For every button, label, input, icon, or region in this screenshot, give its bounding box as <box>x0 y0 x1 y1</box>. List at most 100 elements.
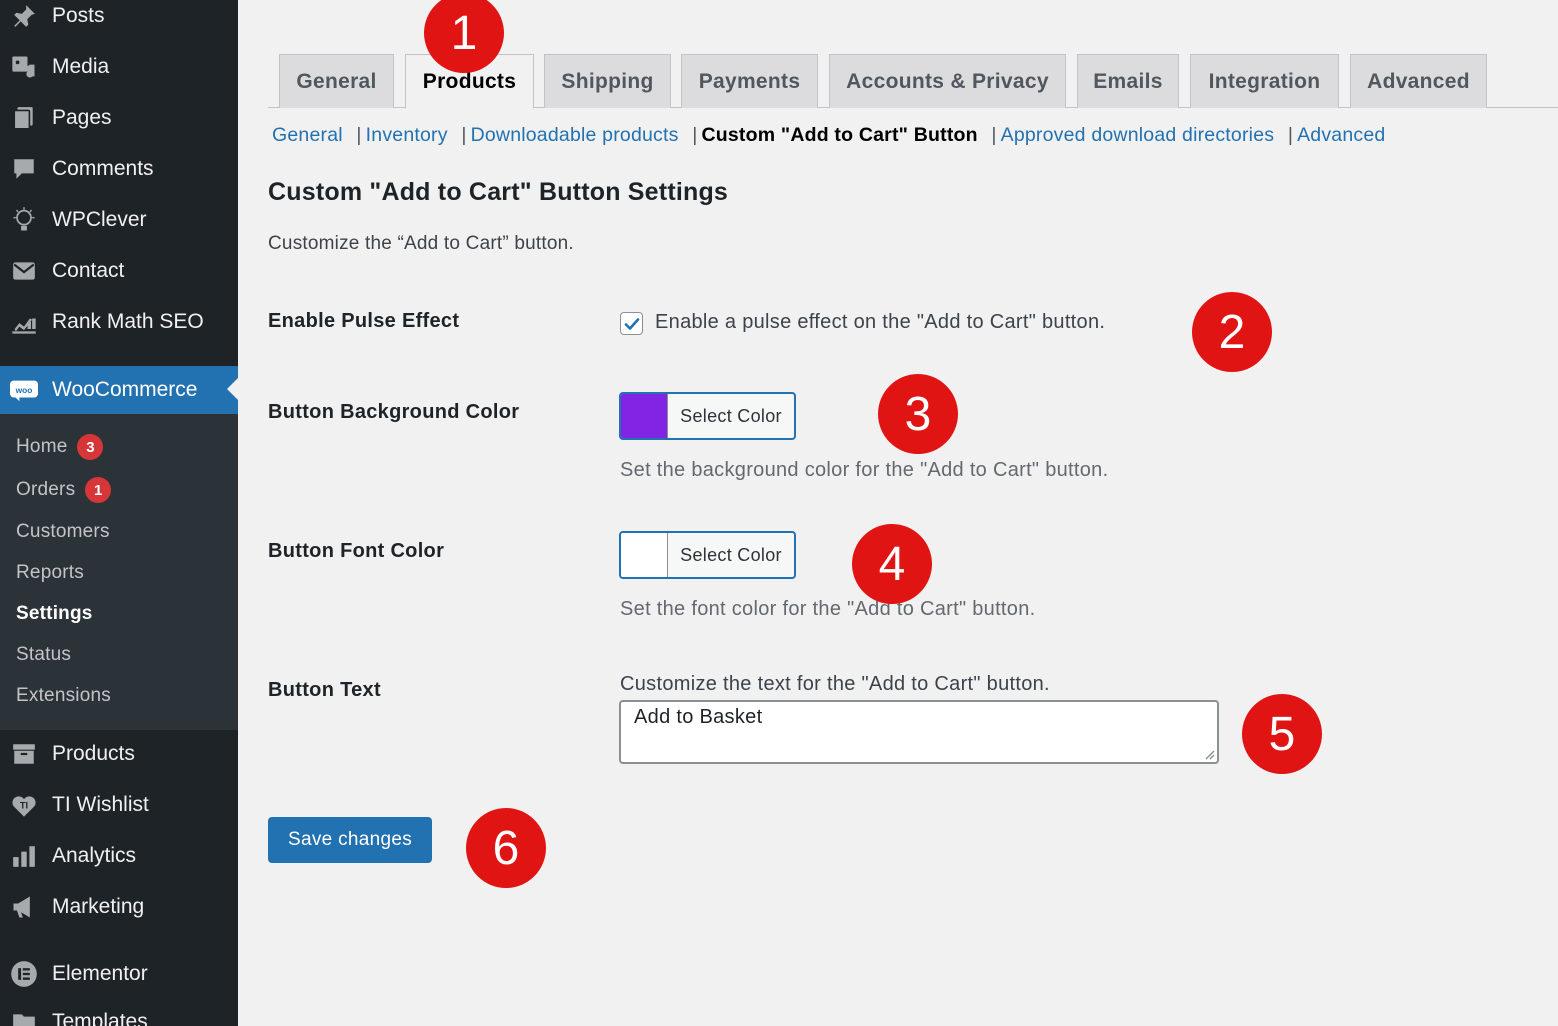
separator: | <box>692 124 698 146</box>
elementor-icon <box>10 960 38 988</box>
tab-integration[interactable]: Integration <box>1190 54 1339 108</box>
submenu-item-orders[interactable]: Orders 1 <box>16 475 112 505</box>
archive-icon <box>10 740 38 768</box>
submenu-item-settings[interactable]: Settings <box>16 599 93 629</box>
button-text-description: Customize the text for the "Add to Cart"… <box>620 673 1050 695</box>
menu-item-rank-math[interactable]: Rank Math SEO <box>0 300 238 344</box>
tab-shipping[interactable]: Shipping <box>544 54 671 108</box>
envelope-icon <box>10 257 38 285</box>
svg-text:TI: TI <box>20 801 28 811</box>
pages-icon <box>10 104 38 132</box>
pulse-effect-label: Enable Pulse Effect <box>268 310 460 332</box>
menu-item-media[interactable]: Media <box>0 45 238 89</box>
submenu-label: Reports <box>16 562 84 583</box>
font-color-picker-button[interactable]: Select Color <box>619 531 796 579</box>
media-icon <box>10 53 38 81</box>
select-color-label: Select Color <box>680 544 782 565</box>
separator: | <box>1287 124 1294 146</box>
menu-item-products[interactable]: Products <box>0 732 238 776</box>
menu-item-ti-wishlist[interactable]: TI TI Wishlist <box>0 783 238 827</box>
annotation-marker-3: 3 <box>878 374 958 454</box>
menu-label: TI Wishlist <box>52 793 149 816</box>
submenu-item-reports[interactable]: Reports <box>16 558 84 588</box>
annotation-marker-5: 5 <box>1242 694 1322 774</box>
separator: | <box>991 124 997 146</box>
section-link-general[interactable]: General <box>272 124 343 146</box>
submenu-item-status[interactable]: Status <box>16 640 71 670</box>
count-badge: 3 <box>77 434 104 460</box>
submenu-label: Settings <box>16 603 93 624</box>
menu-label: Rank Math SEO <box>52 310 204 333</box>
section-nav: General | Inventory | Downloadable product… <box>272 124 1385 147</box>
separator: | <box>461 124 467 146</box>
submenu-item-customers[interactable]: Customers <box>16 517 110 547</box>
menu-label: WooCommerce <box>52 378 198 401</box>
pin-icon <box>10 2 38 30</box>
menu-item-pages[interactable]: Pages <box>0 96 238 140</box>
submenu-item-extensions[interactable]: Extensions <box>16 681 111 711</box>
menu-label: Analytics <box>52 844 137 867</box>
woo-icon: woo <box>10 376 38 404</box>
submenu-label: Extensions <box>16 685 111 706</box>
button-text-label: Button Text <box>268 679 381 701</box>
annotation-marker-6: 6 <box>466 808 546 888</box>
bg-color-swatch <box>621 394 668 438</box>
menu-label: Marketing <box>52 895 145 918</box>
submenu-label: Orders <box>16 479 76 500</box>
section-link-downloadable[interactable]: Downloadable products <box>471 124 679 146</box>
menu-label: Products <box>52 742 135 765</box>
bg-color-label: Button Background Color <box>268 401 520 423</box>
menu-label: WPClever <box>52 208 147 231</box>
submenu-item-home[interactable]: Home 3 <box>16 432 104 462</box>
menu-item-woocommerce[interactable]: woo WooCommerce <box>0 366 238 414</box>
megaphone-icon <box>10 893 38 921</box>
resize-handle-icon[interactable] <box>1203 748 1215 760</box>
rank-math-icon <box>10 308 38 336</box>
menu-item-templates[interactable]: Templates <box>0 1000 238 1026</box>
bg-color-picker-button[interactable]: Select Color <box>619 392 796 440</box>
menu-item-comments[interactable]: Comments <box>0 147 238 191</box>
save-changes-button[interactable]: Save changes <box>268 817 432 863</box>
tab-emails[interactable]: Emails <box>1077 54 1179 108</box>
page-description: Customize the “Add to Cart” button. <box>268 233 574 254</box>
menu-item-analytics[interactable]: Analytics <box>0 834 238 878</box>
font-color-label: Button Font Color <box>268 540 445 562</box>
font-color-swatch <box>621 533 668 577</box>
submenu-label: Home <box>16 436 68 457</box>
section-link-advanced[interactable]: Advanced <box>1297 124 1385 146</box>
section-link-inventory[interactable]: Inventory <box>366 124 448 146</box>
select-color-label: Select Color <box>680 405 782 426</box>
tab-payments[interactable]: Payments <box>681 54 818 108</box>
menu-label: Media <box>52 55 110 78</box>
menu-item-elementor[interactable]: Elementor <box>0 952 238 996</box>
comments-icon <box>10 155 38 183</box>
pulse-effect-checkbox[interactable] <box>620 312 643 335</box>
separator: | <box>356 124 362 146</box>
menu-item-contact[interactable]: Contact <box>0 249 238 293</box>
woocommerce-submenu: Home 3 Orders 1 Customers Reports Settin… <box>0 414 238 730</box>
button-text-value: Add to Basket <box>634 706 763 728</box>
menu-label: Posts <box>52 4 105 27</box>
menu-item-marketing[interactable]: Marketing <box>0 885 238 929</box>
bar-chart-icon <box>10 842 38 870</box>
menu-label: Comments <box>52 157 154 180</box>
annotation-marker-2: 2 <box>1192 292 1272 372</box>
svg-text:woo: woo <box>15 385 33 395</box>
checkmark-icon <box>624 317 639 330</box>
section-link-custom-add-to-cart[interactable]: Custom "Add to Cart" Button <box>701 124 977 146</box>
tab-general[interactable]: General <box>279 54 394 108</box>
pulse-effect-checkbox-label[interactable]: Enable a pulse effect on the "Add to Car… <box>655 311 1105 334</box>
page-title: Custom "Add to Cart" Button Settings <box>268 178 729 206</box>
annotation-marker-4: 4 <box>852 524 932 604</box>
menu-item-posts[interactable]: Posts <box>0 0 238 38</box>
admin-sidebar: Posts Media Pages Comments WPClever Cont… <box>0 0 238 1026</box>
heart-icon: TI <box>10 791 38 819</box>
tab-accounts-privacy[interactable]: Accounts & Privacy <box>829 54 1066 108</box>
button-text-textarea[interactable]: Add to Basket <box>619 700 1219 764</box>
menu-label: Pages <box>52 106 112 129</box>
tab-advanced[interactable]: Advanced <box>1350 54 1487 108</box>
section-link-approved-directories[interactable]: Approved download directories <box>1001 124 1275 146</box>
menu-item-wpclever[interactable]: WPClever <box>0 198 238 242</box>
submenu-label: Customers <box>16 521 110 542</box>
font-color-description: Set the font color for the "Add to Cart"… <box>620 598 1036 620</box>
